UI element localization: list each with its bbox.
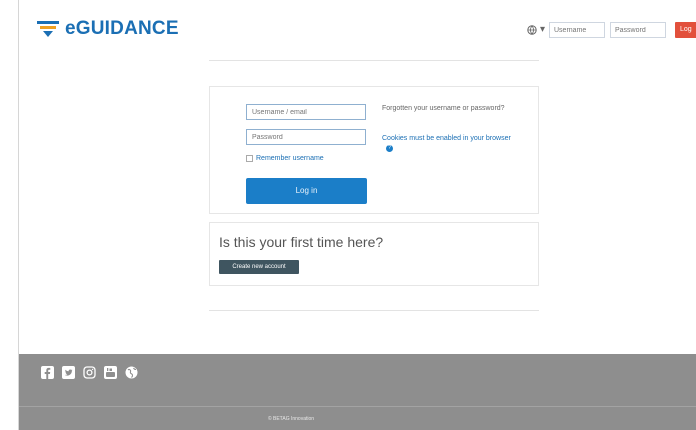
header-username-input[interactable]	[549, 22, 605, 38]
globe-icon[interactable]	[125, 366, 138, 379]
login-button[interactable]: Log in	[246, 178, 367, 204]
facebook-icon[interactable]	[41, 366, 54, 379]
footer-divider	[19, 406, 696, 407]
help-icon[interactable]: ?	[386, 144, 393, 152]
forgot-password-link[interactable]: Forgotten your username or password?	[382, 104, 512, 114]
site-logo[interactable]: eGUIDANCE	[37, 18, 179, 40]
first-time-card: Is this your first time here? Create new…	[209, 222, 539, 286]
twitter-icon[interactable]	[62, 366, 75, 379]
language-menu[interactable]: ▾	[527, 24, 545, 35]
cookies-notice[interactable]: Cookies must be enabled in your browser?	[382, 134, 512, 154]
social-links	[41, 366, 146, 379]
login-card: Remember username Log in Forgotten your …	[209, 86, 539, 214]
logo-mark-icon	[37, 21, 59, 37]
logo-text: eGUIDANCE	[65, 18, 179, 39]
youtube-icon[interactable]	[104, 366, 117, 379]
bottom-divider	[209, 310, 539, 311]
remember-username-label: Remember username	[256, 155, 324, 162]
chevron-down-icon: ▾	[540, 24, 546, 35]
header-login-button[interactable]: Log	[675, 22, 696, 38]
page-footer: © BETAG Innovation	[19, 354, 696, 430]
first-time-title: Is this your first time here?	[219, 234, 384, 250]
page-header: eGUIDANCE ▾ Log	[19, 8, 696, 46]
remember-username-checkbox[interactable]: Remember username	[246, 155, 324, 162]
cookies-notice-text: Cookies must be enabled in your browser	[382, 135, 511, 142]
password-input[interactable]	[246, 129, 366, 145]
username-input[interactable]	[246, 104, 366, 120]
create-account-button[interactable]: Create new account	[219, 260, 299, 274]
header-password-input[interactable]	[610, 22, 666, 38]
copyright-text: © BETAG Innovation	[267, 416, 315, 422]
top-divider	[209, 60, 539, 61]
checkbox-icon	[246, 155, 253, 162]
globe-icon	[527, 24, 537, 35]
window-margin	[0, 0, 18, 430]
instagram-icon[interactable]	[83, 366, 96, 379]
